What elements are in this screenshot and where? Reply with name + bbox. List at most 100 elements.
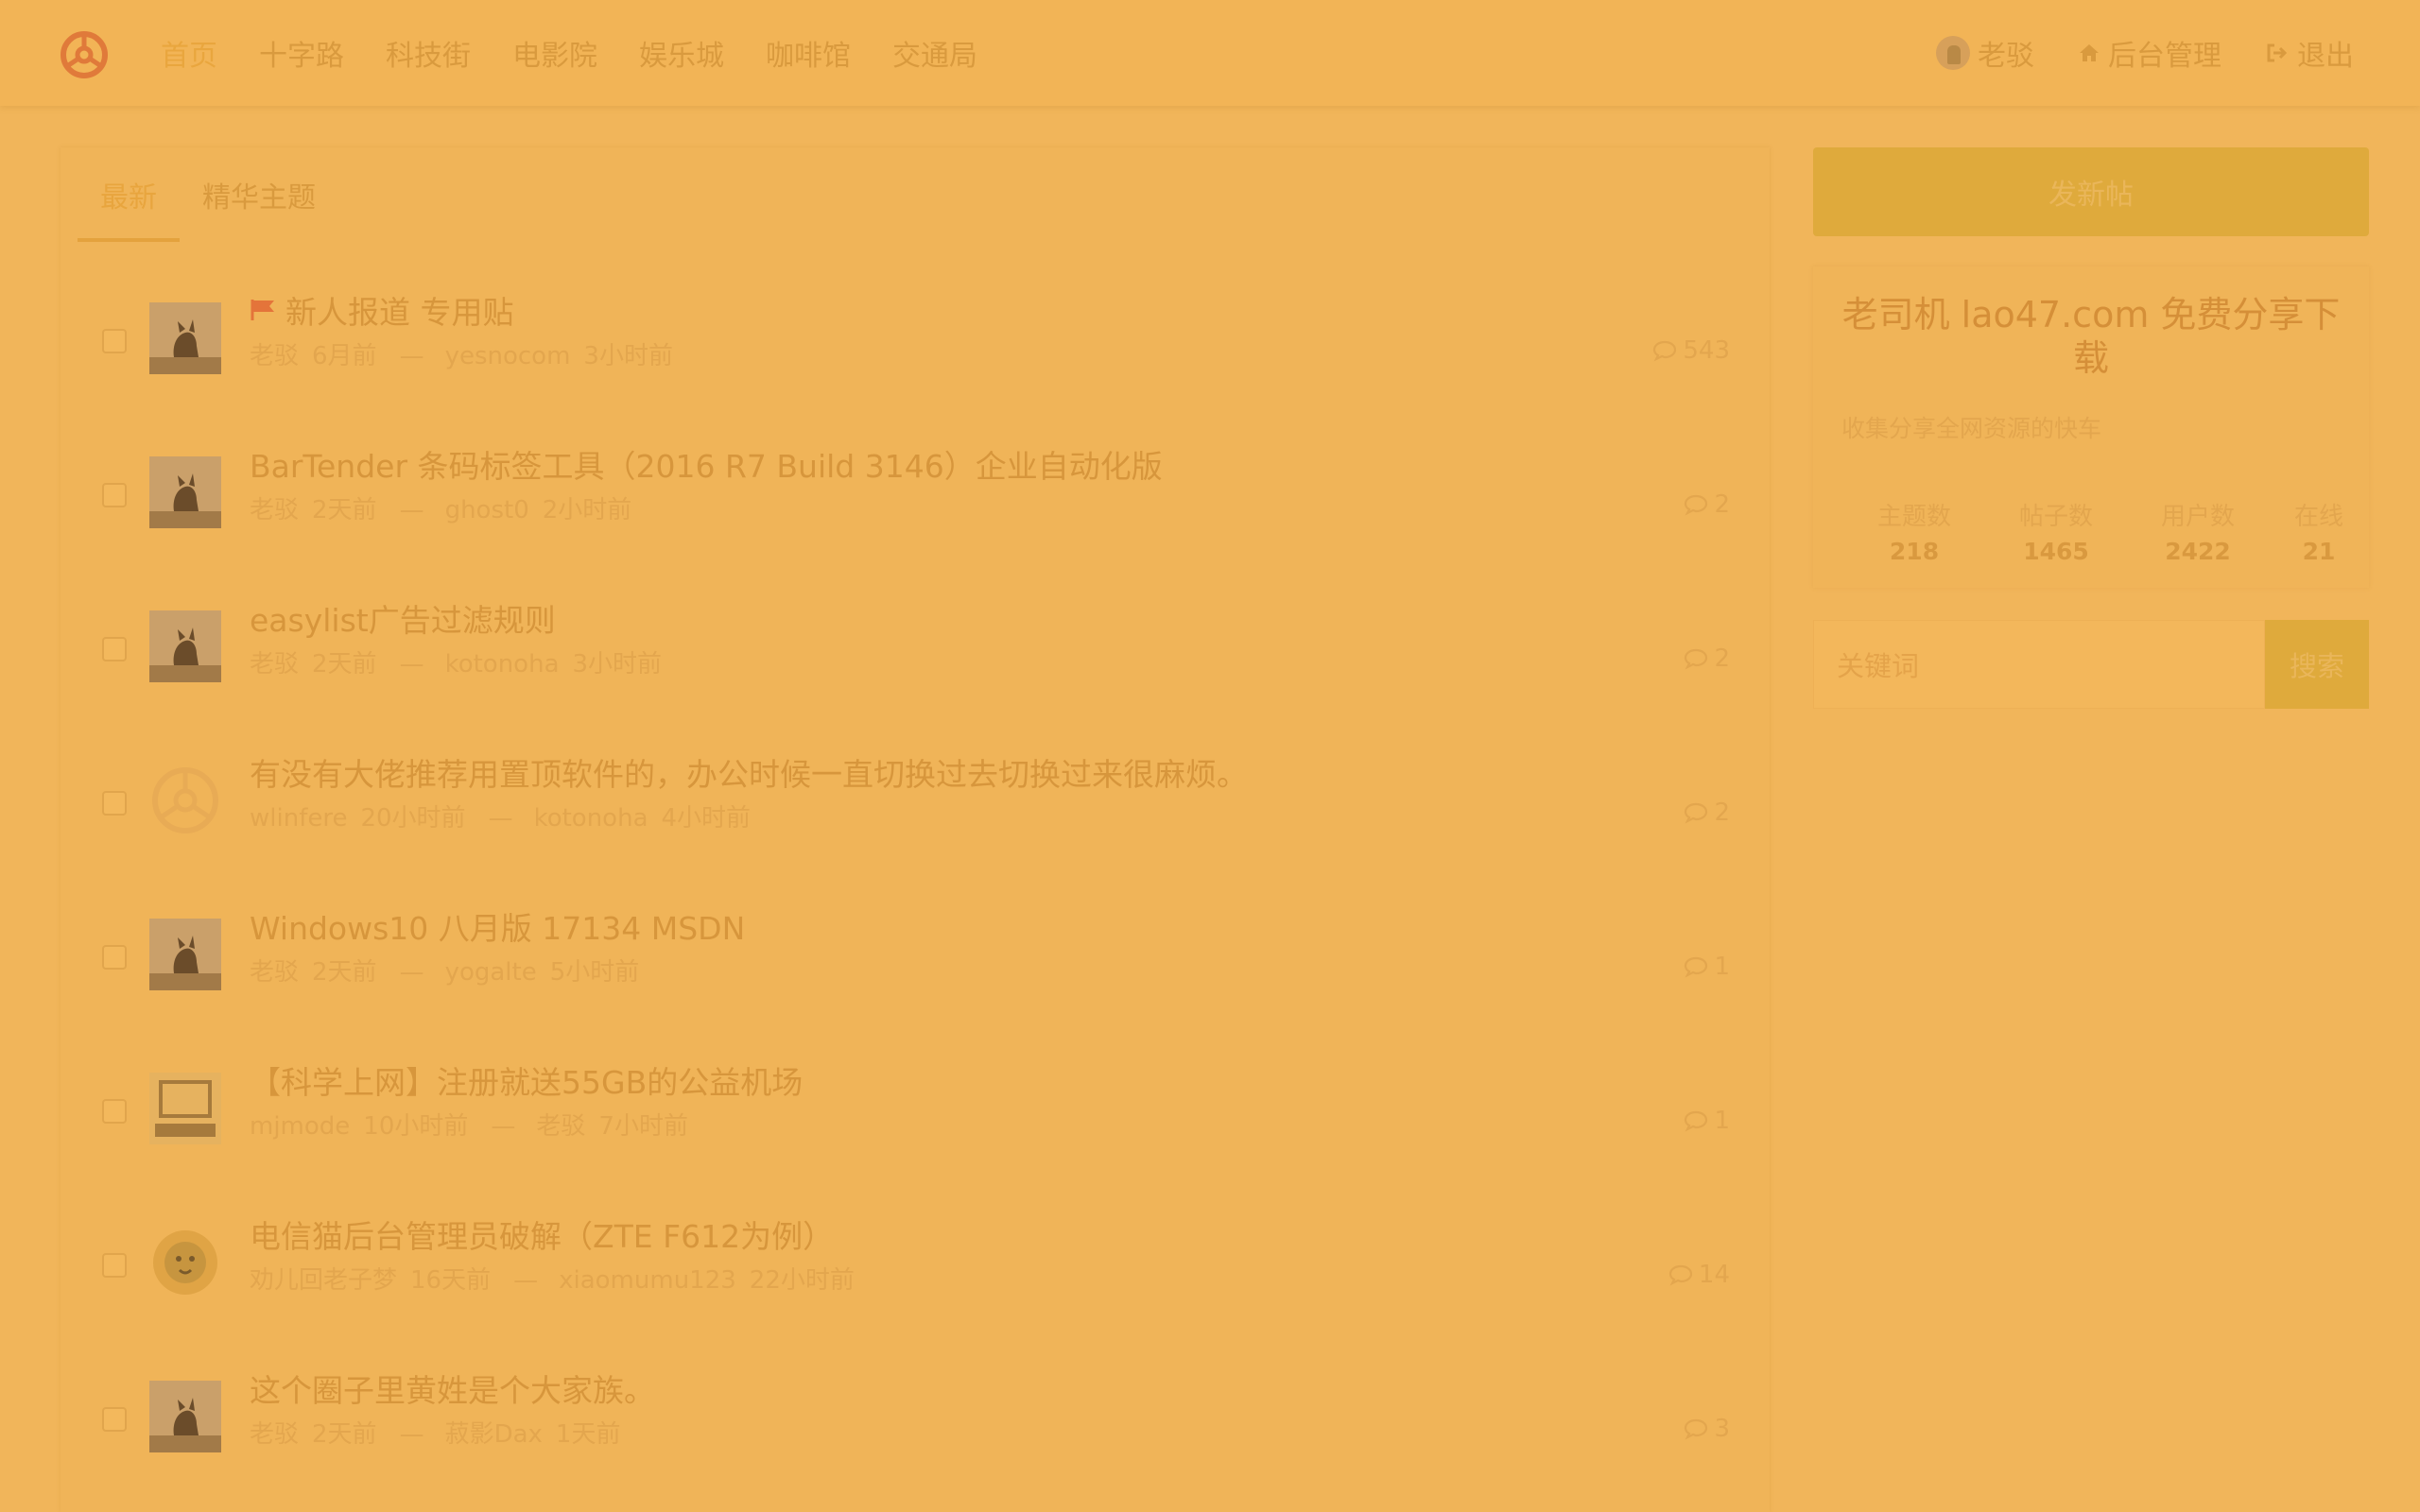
admin-link[interactable]: 后台管理 [2078, 32, 2221, 74]
nav-cinema[interactable]: 电影院 [512, 32, 597, 74]
thread-title[interactable]: easylist广告过滤规则 [250, 595, 556, 641]
meta-separator: — [399, 1420, 424, 1449]
comment-icon [1668, 1263, 1693, 1286]
thread-row[interactable]: 有没有大佬推荐用置顶软件的，办公时候一直切换过去切换过来很麻烦。 wlinfere… [60, 744, 1770, 899]
thread-title-text: Windows10 八月版 17134 MSDN [250, 910, 746, 947]
thread-author[interactable]: 老驳 [250, 1420, 299, 1449]
meta-separator: — [399, 496, 424, 524]
thread-author-time: 2天前 [312, 958, 377, 987]
thread-row[interactable]: 【科学上网】注册就送55GB的公益机场 mjmode 10小时前 — 老驳 7小时前 1 [60, 1052, 1770, 1207]
author-avatar[interactable] [149, 456, 221, 528]
nav-home[interactable]: 首页 [161, 32, 217, 74]
stat-label: 主题数 [1876, 503, 1951, 531]
thread-checkbox[interactable] [102, 1099, 127, 1124]
thread-title[interactable]: 新人报道 专用贴 [250, 287, 514, 333]
author-avatar[interactable] [149, 919, 221, 990]
main-nav: 首页 十字路 科技街 电影院 娱乐城 咖啡馆 交通局 [161, 0, 1019, 106]
thread-title-text: 有没有大佬推荐用置顶软件的，办公时候一直切换过去切换过来很麻烦。 [250, 756, 1248, 793]
thread-checkbox[interactable] [102, 637, 127, 662]
thread-row[interactable]: 新人报道 专用贴 老驳 6月前 — yesnocom 3小时前 543 [60, 282, 1770, 437]
reply-count: 543 [1652, 336, 1730, 365]
tab-featured[interactable]: 精华主题 [180, 174, 338, 242]
thread-author[interactable]: 老驳 [250, 342, 299, 370]
thread-row[interactable]: easylist广告过滤规则 老驳 2天前 — kotonoha 3小时前 2 [60, 590, 1770, 745]
reply-count-value: 2 [1714, 799, 1730, 827]
thread-reply-time: 22小时前 [749, 1266, 855, 1295]
thread-row[interactable]: 电信猫后台管理员破解（ZTE F612为例） 劝儿回老子梦 16天前 — xiaomum… [60, 1206, 1770, 1361]
thread-last-replier[interactable]: ghost0 [445, 496, 529, 524]
thread-last-replier[interactable]: xiaomumu123 [559, 1266, 736, 1295]
search-input[interactable]: 关键词 [1813, 620, 2265, 709]
thread-last-replier[interactable]: 老驳 [536, 1112, 585, 1141]
reply-count-value: 2 [1714, 490, 1730, 519]
author-avatar[interactable] [149, 765, 221, 836]
thread-last-replier[interactable]: 菽影Dax [445, 1420, 543, 1449]
thread-last-replier[interactable]: kotonoha [445, 650, 560, 679]
stat-label: 帖子数 [2018, 503, 2093, 531]
thread-title[interactable]: 电信猫后台管理员破解（ZTE F612为例） [250, 1211, 834, 1257]
thread-last-replier[interactable]: kotonoha [534, 804, 648, 833]
reply-count-value: 543 [1683, 336, 1730, 365]
thread-tabs: 最新 精华主题 [78, 147, 338, 242]
logout-link[interactable]: 退出 [2265, 32, 2354, 74]
nav-crossroad[interactable]: 十字路 [259, 32, 344, 74]
author-avatar[interactable] [149, 1381, 221, 1452]
site-logo-icon[interactable] [60, 30, 109, 79]
nav-entertainment[interactable]: 娱乐城 [639, 32, 724, 74]
thread-title[interactable]: 有没有大佬推荐用置顶软件的，办公时候一直切换过去切换过来很麻烦。 [250, 749, 1248, 795]
stat-threads: 主题数 218 [1843, 497, 1985, 565]
thread-reply-time: 4小时前 [661, 804, 752, 833]
thread-author[interactable]: wlinfere [250, 804, 347, 833]
home-icon [2078, 42, 2100, 64]
thread-title[interactable]: 【科学上网】注册就送55GB的公益机场 [250, 1057, 803, 1103]
nav-cafe[interactable]: 咖啡馆 [766, 32, 851, 74]
author-avatar[interactable] [149, 302, 221, 374]
new-post-button[interactable]: 发新帖 [1813, 147, 2369, 236]
comment-icon [1684, 1418, 1708, 1440]
thread-author[interactable]: mjmode [250, 1112, 350, 1141]
author-avatar[interactable] [149, 1073, 221, 1144]
thread-title[interactable]: 这个圈子里黄姓是个大家族。 [250, 1366, 655, 1411]
tab-latest[interactable]: 最新 [78, 174, 180, 242]
thread-author[interactable]: 劝儿回老子梦 [250, 1266, 397, 1295]
comment-icon [1684, 955, 1708, 978]
user-menu: 老驳 后台管理 退出 [1893, 0, 2354, 106]
thread-title-text: BarTender 条码标签工具（2016 R7 Build 3146）企业自动… [250, 448, 1163, 485]
site-info-card: 老司机 lao47.com 免费分享下载 收集分享全网资源的快车 主题数 218… [1813, 266, 2369, 588]
thread-checkbox[interactable] [102, 329, 127, 353]
thread-row[interactable]: BarTender 条码标签工具（2016 R7 Build 3146）企业自动… [60, 436, 1770, 591]
thread-checkbox[interactable] [102, 1253, 127, 1278]
thread-checkbox[interactable] [102, 791, 127, 816]
thread-author[interactable]: 老驳 [250, 650, 299, 679]
meta-separator: — [399, 342, 424, 370]
comment-icon [1652, 339, 1677, 362]
thread-last-replier[interactable]: yesnocom [445, 342, 571, 370]
thread-row[interactable]: Windows10 八月版 17134 MSDN 老驳 2天前 — yogalte 5小时… [60, 898, 1770, 1053]
nav-traffic[interactable]: 交通局 [892, 32, 977, 74]
thread-author-time: 10小时前 [363, 1112, 469, 1141]
nav-tech-street[interactable]: 科技街 [386, 32, 471, 74]
thread-title[interactable]: BarTender 条码标签工具（2016 R7 Build 3146）企业自动… [250, 441, 1163, 487]
site-description: 收集分享全网资源的快车 [1841, 415, 2102, 442]
thread-checkbox[interactable] [102, 945, 127, 970]
author-avatar[interactable] [149, 1227, 221, 1298]
thread-checkbox[interactable] [102, 483, 127, 507]
thread-title[interactable]: Windows10 八月版 17134 MSDN [250, 903, 745, 949]
meta-separator: — [488, 804, 513, 833]
thread-checkbox[interactable] [102, 1407, 127, 1432]
stat-posts: 帖子数 1465 [1985, 497, 2127, 565]
stat-value: 2422 [2165, 538, 2231, 565]
search-button[interactable]: 搜索 [2265, 620, 2369, 709]
user-profile-link[interactable]: 老驳 [1936, 32, 2034, 74]
admin-label: 后台管理 [2108, 40, 2221, 73]
thread-last-replier[interactable]: yogalte [445, 958, 537, 987]
author-avatar[interactable] [149, 610, 221, 682]
top-navbar: 首页 十字路 科技街 电影院 娱乐城 咖啡馆 交通局 老驳 后台管理 退出 [0, 0, 2420, 106]
stat-value: 21 [2302, 538, 2336, 565]
thread-author[interactable]: 老驳 [250, 496, 299, 524]
thread-author-time: 2天前 [312, 1420, 377, 1449]
thread-title-text: 新人报道 专用贴 [285, 294, 514, 331]
thread-row[interactable]: 这个圈子里黄姓是个大家族。 老驳 2天前 — 菽影Dax 1天前 3 [60, 1360, 1770, 1512]
thread-author[interactable]: 老驳 [250, 958, 299, 987]
reply-count-value: 14 [1698, 1261, 1730, 1289]
